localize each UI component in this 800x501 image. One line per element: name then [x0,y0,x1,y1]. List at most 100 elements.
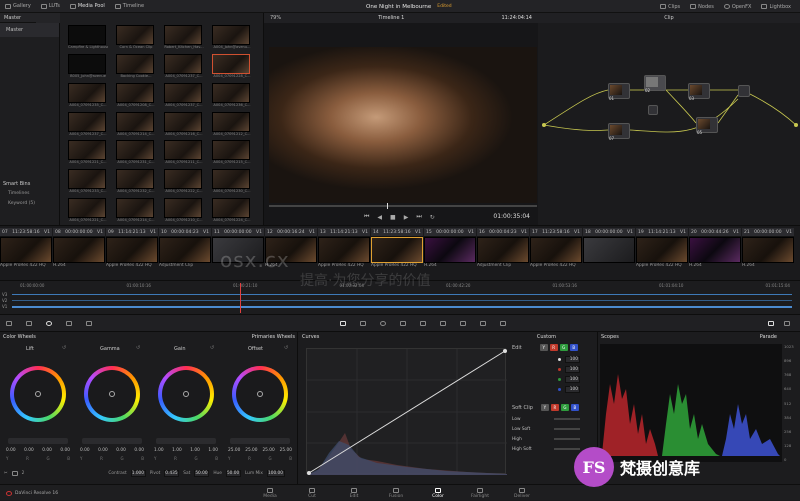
page-color-button[interactable]: Color [418,485,458,501]
curve-intensity-field[interactable]: 100 [565,365,580,373]
timeline-clip[interactable]: 14 11:23:58:16 V1 Apple ProRes 422 HQ [371,228,423,268]
media-thumbnail[interactable]: A004_07091212_C... [212,111,252,137]
nodes-button[interactable]: Nodes [685,0,719,13]
scope-mode-select[interactable]: Parade [760,334,777,340]
master-wheel-slider[interactable] [82,438,142,444]
timeline-clip[interactable]: 07 11:23:58:16 V1 Apple ProRes 422 HQ [0,228,52,268]
timeline-clip[interactable]: 15 00:00:00:00 V1 H.264 [424,228,476,268]
node-03[interactable]: 03 [688,83,710,101]
window-icon[interactable] [380,320,386,326]
camera-raw-icon[interactable] [6,320,12,326]
sizing-icon[interactable] [480,320,486,326]
media-thumbnail[interactable]: A004_07091221_C... [68,140,108,165]
node-05[interactable]: 05 [696,117,718,135]
timeline-clip[interactable]: 09 11:14:21:13 V1 Apple ProRes 422 HQ [106,228,158,268]
master-wheel-slider[interactable] [230,438,290,444]
timeline-clip[interactable]: 19 11:14:21:13 V1 Apple ProRes 422 HQ [636,228,688,268]
key-icon[interactable] [460,320,466,326]
timeline-clip[interactable]: 08 00:00:00:00 V1 H.264 [53,228,105,268]
viewer-timeline-name[interactable]: Timeline 1 [378,15,404,21]
wheel-puck[interactable] [35,391,41,397]
wheel-value[interactable]: 0.00 [6,448,16,453]
curve-intensity-field[interactable]: 100 [565,375,580,383]
page-cut-button[interactable]: Cut [292,485,332,501]
color-match-icon[interactable] [26,320,32,326]
magic-mask-icon[interactable] [420,320,426,326]
play-icon[interactable]: ▶ [404,214,409,221]
wheel-value[interactable]: 1.00 [154,448,164,453]
media-thumbnail[interactable]: A004_07091231_C... [116,140,156,165]
media-thumbnail[interactable]: A004_07091228_C... [212,53,252,79]
wheel-value[interactable]: 0.00 [42,448,52,453]
wheel-puck[interactable] [257,391,263,397]
media-thumbnail[interactable]: Backing Cookie... [116,53,156,79]
page-edit-button[interactable]: Edit [334,485,374,501]
timeline-clip[interactable]: 20 00:00:44:26 V1 H.264 [689,228,741,268]
wheel-puck[interactable] [109,391,115,397]
viewer-zoom[interactable]: 79% [270,15,281,21]
timeline-clip[interactable]: 13 11:14:21:13 V1 Apple ProRes 422 HQ [318,228,370,268]
wheel-value[interactable]: 25.00 [262,448,274,453]
wheel-value[interactable]: 25.00 [245,448,257,453]
media-thumbnail[interactable]: A004_07091224_C... [212,198,252,223]
color-wheel[interactable] [84,366,140,422]
media-thumbnail[interactable]: A004_07091211_C... [164,140,204,165]
node-04[interactable] [738,85,750,97]
media-thumbnail[interactable]: A004_07091237_C... [164,82,204,108]
media-thumbnail[interactable]: A004_07091237_C... [68,111,108,137]
track-v2-bar[interactable] [12,300,792,301]
node-06[interactable] [648,105,658,115]
lightbox-button[interactable]: Lightbox [756,0,796,13]
curve-red-button[interactable]: R [549,344,558,351]
page-number[interactable]: 2 [22,471,25,476]
page-fusion-button[interactable]: Fusion [376,485,416,501]
media-thumbnail[interactable]: A004_07091235_C... [68,82,108,108]
hue-field[interactable]: 50.00 [225,469,241,477]
softclip-slider[interactable] [554,428,580,430]
media-thumbnail[interactable]: Campfire & Lighthouse [68,25,108,50]
reverse-icon[interactable]: ◀ [377,214,382,221]
reset-icon[interactable]: ↺ [284,345,288,351]
sat-field[interactable]: 50.00 [194,469,210,477]
track-v3-bar[interactable] [12,294,792,295]
tracker-icon[interactable] [400,320,406,326]
softclip-slider[interactable] [554,438,580,440]
curve-intensity-field[interactable]: 100 [565,385,580,393]
color-wheel[interactable] [158,366,214,422]
gallery-button[interactable]: Gallery [0,0,36,13]
media-thumbnail[interactable]: A004_07091208_C... [116,82,156,108]
wheel-value[interactable]: 0.00 [80,448,90,453]
pivot-field[interactable]: 0.435 [164,469,180,477]
curve-blue-button[interactable]: B [569,344,578,351]
page-fairlight-button[interactable]: Fairlight [460,485,500,501]
node-02[interactable]: 02 [644,75,666,93]
media-thumbnail[interactable]: A004_07091236_C... [212,82,252,108]
color-wheels-icon[interactable] [46,320,52,326]
media-thumbnail[interactable]: Robert_Kitchen_Hav... [164,25,204,50]
viewer-image[interactable] [269,47,537,203]
softclip-green-button[interactable]: G [560,404,569,411]
openfx-button[interactable]: OpenFX [719,0,757,13]
reset-icon[interactable]: ↺ [136,345,140,351]
curves-icon[interactable] [340,320,346,326]
bin-master[interactable]: Master [0,23,59,37]
loop-icon[interactable]: ↻ [430,214,435,221]
wheel-value[interactable]: 25.00 [280,448,292,453]
smart-bin-keyword[interactable]: Keyword (5) [8,201,35,206]
media-thumbnail[interactable]: A004_07091215_C... [212,140,252,165]
media-thumbnail[interactable]: A004_07091216_C... [164,111,204,137]
master-wheel-slider[interactable] [156,438,216,444]
scopes-toggle-icon[interactable] [768,320,774,326]
wheel-value[interactable]: 0.00 [98,448,108,453]
timeline-playhead[interactable] [240,283,241,313]
media-thumbnail[interactable]: A004_07091233_C... [68,169,108,194]
skip-back-icon[interactable]: ⏮ [364,213,369,221]
media-thumbnail[interactable]: A004_07091237_C... [164,53,204,79]
reset-icon[interactable]: ↺ [62,345,66,351]
media-thumbnail[interactable]: A004_07091221_C... [68,198,108,223]
color-wheel[interactable] [10,366,66,422]
motion-effects-icon[interactable] [86,320,92,326]
3d-icon[interactable] [500,320,506,326]
wheel-value[interactable]: 0.00 [60,448,70,453]
stop-icon[interactable]: ■ [390,214,396,221]
